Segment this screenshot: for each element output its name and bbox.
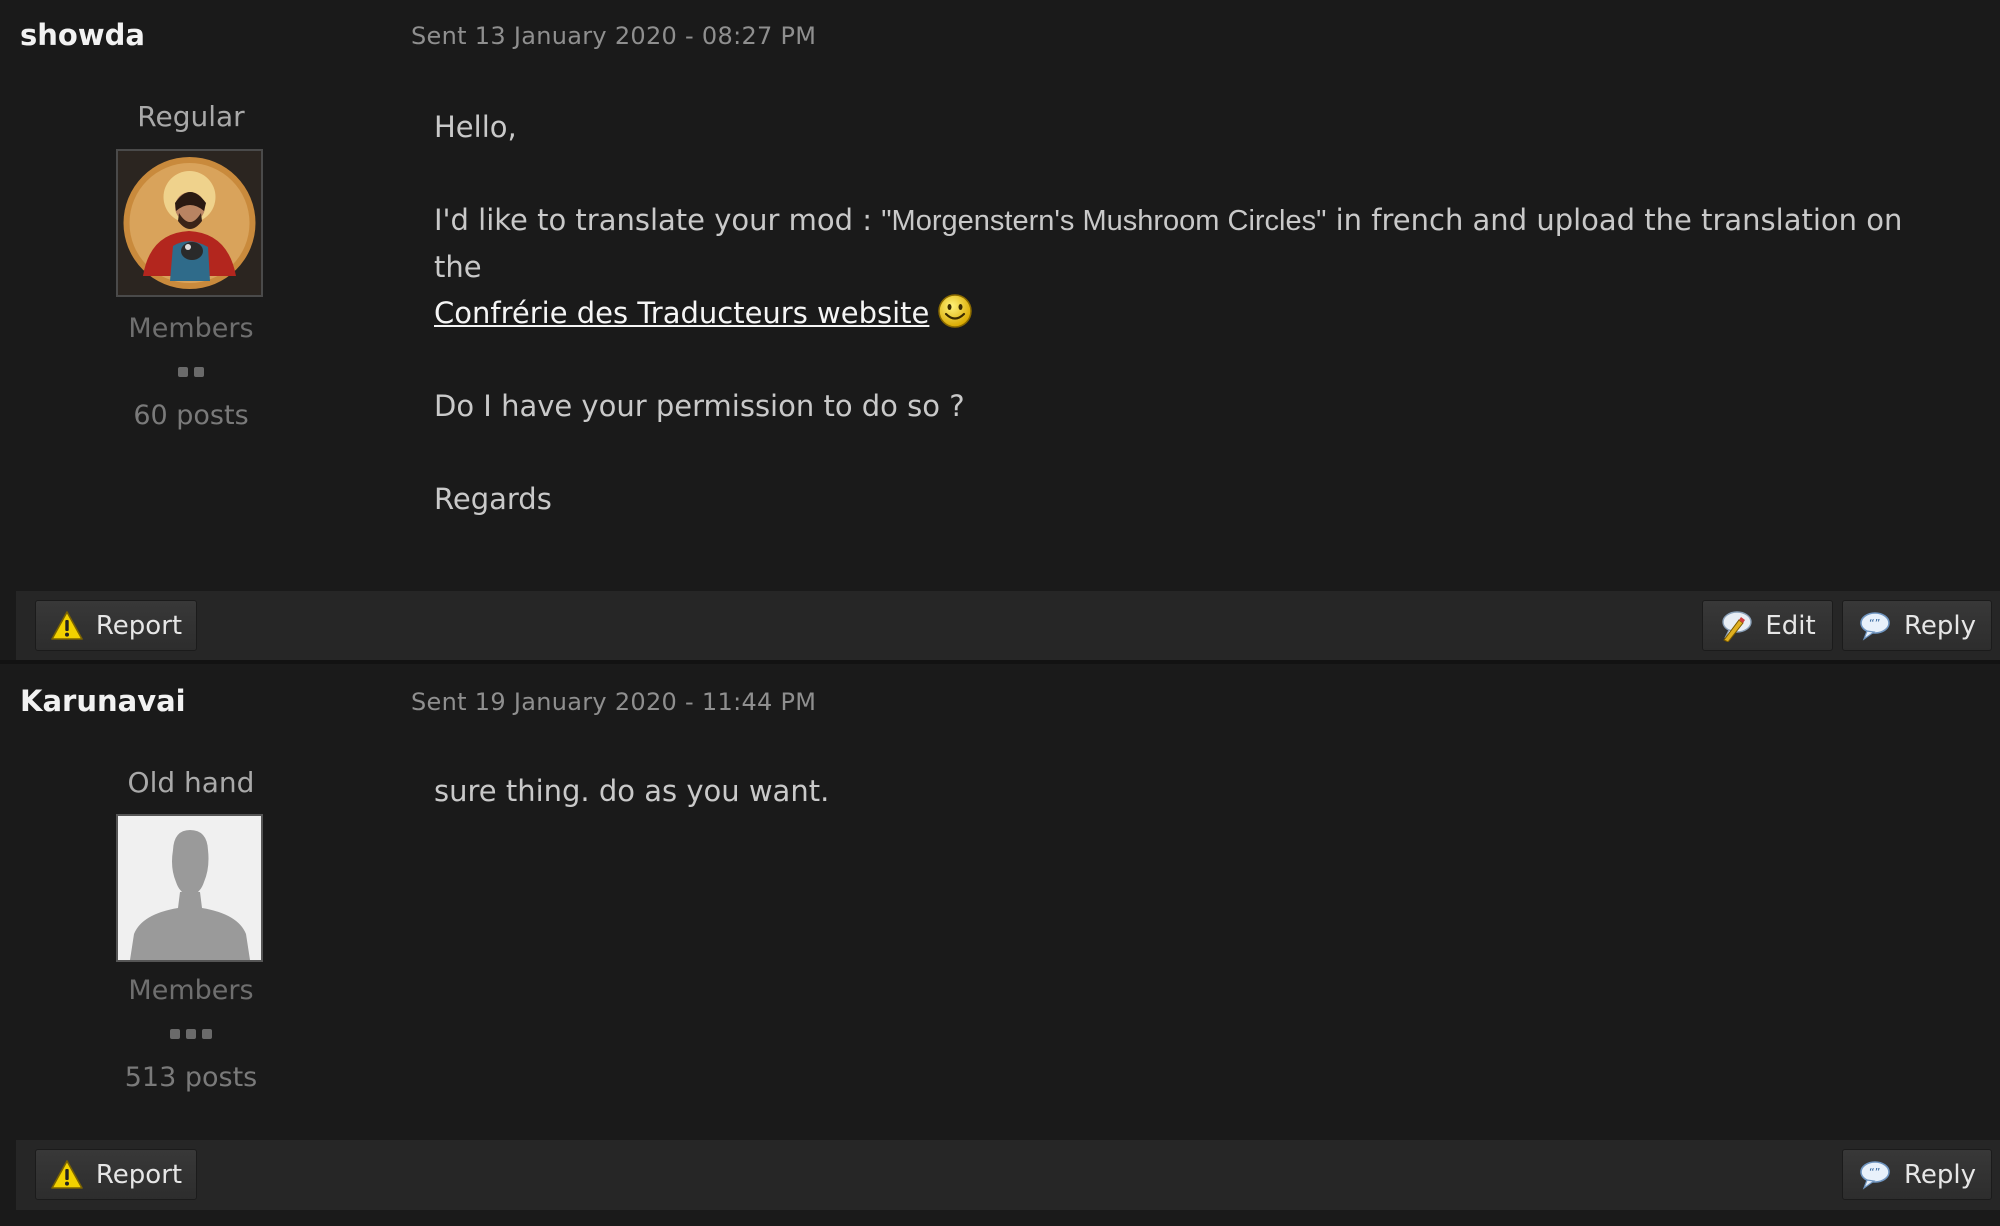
member-rank: Regular xyxy=(137,100,245,133)
report-button[interactable]: Report xyxy=(35,600,197,651)
reply-button[interactable]: “” Reply xyxy=(1842,600,1992,651)
reputation-pip xyxy=(170,1029,180,1039)
post-body: sure thing. do as you want. xyxy=(434,768,1954,861)
post-count: 513 posts xyxy=(124,1062,258,1093)
post-paragraph: Hello, xyxy=(434,110,517,144)
reply-button[interactable]: “” Reply xyxy=(1842,1149,1992,1200)
reputation-pip xyxy=(202,1029,212,1039)
post-actions-bar: Report Edit “” Reply xyxy=(16,591,2000,661)
member-group: Members xyxy=(128,975,254,1006)
reputation-pip xyxy=(178,367,188,377)
author-name[interactable]: showda xyxy=(20,18,145,52)
reputation-pip xyxy=(186,1029,196,1039)
member-group: Members xyxy=(128,313,254,344)
post-text: I'd like to translate your mod : xyxy=(434,203,882,237)
edit-bubble-icon xyxy=(1719,610,1753,643)
warning-triangle-icon xyxy=(50,1159,84,1191)
warning-triangle-icon xyxy=(50,610,84,642)
post-paragraph: I'd like to translate your mod : "Morgen… xyxy=(434,197,1954,336)
report-button[interactable]: Report xyxy=(35,1149,197,1200)
post-timestamp: Sent 19 January 2020 - 11:44 PM xyxy=(411,688,817,716)
post: showda Sent 13 January 2020 - 08:27 PM R… xyxy=(0,0,2000,661)
reputation-pips xyxy=(0,1029,382,1039)
reputation-pips xyxy=(0,367,382,377)
post-paragraph: Do I have your permission to do so ? xyxy=(434,389,965,423)
avatar[interactable] xyxy=(116,814,263,962)
reply-button-label: Reply xyxy=(1903,1159,1976,1190)
post-count: 60 posts xyxy=(133,400,249,431)
post-timestamp: Sent 13 January 2020 - 08:27 PM xyxy=(411,22,817,50)
translators-website-link[interactable]: Confrérie des Traducteurs website xyxy=(434,296,929,330)
post-paragraph: Regards xyxy=(434,482,552,516)
reply-bubble-icon: “” xyxy=(1858,1159,1892,1191)
member-rank: Old hand xyxy=(127,766,255,799)
report-button-label: Report xyxy=(95,1159,183,1190)
author-name[interactable]: Karunavai xyxy=(20,684,186,718)
report-button-label: Report xyxy=(95,610,183,641)
avatar-image xyxy=(118,151,261,295)
post-actions-bar: Report “” Reply xyxy=(16,1140,2000,1210)
edit-button[interactable]: Edit xyxy=(1702,600,1833,651)
reply-button-label: Reply xyxy=(1903,610,1976,641)
smiley-icon xyxy=(937,293,973,329)
post: Karunavai Sent 19 January 2020 - 11:44 P… xyxy=(0,664,2000,1226)
post-body: Hello, I'd like to translate your mod : … xyxy=(434,104,1954,569)
reply-bubble-icon: “” xyxy=(1858,610,1892,642)
default-avatar-icon xyxy=(118,816,261,960)
svg-text:“”: “” xyxy=(1869,617,1880,630)
post-paragraph: sure thing. do as you want. xyxy=(434,774,830,808)
edit-button-label: Edit xyxy=(1765,610,1816,641)
reputation-pip xyxy=(194,367,204,377)
mod-title-quote: "Morgenstern's Mushroom Circles" xyxy=(881,205,1327,237)
svg-text:“”: “” xyxy=(1869,1166,1880,1179)
avatar[interactable] xyxy=(116,149,263,297)
